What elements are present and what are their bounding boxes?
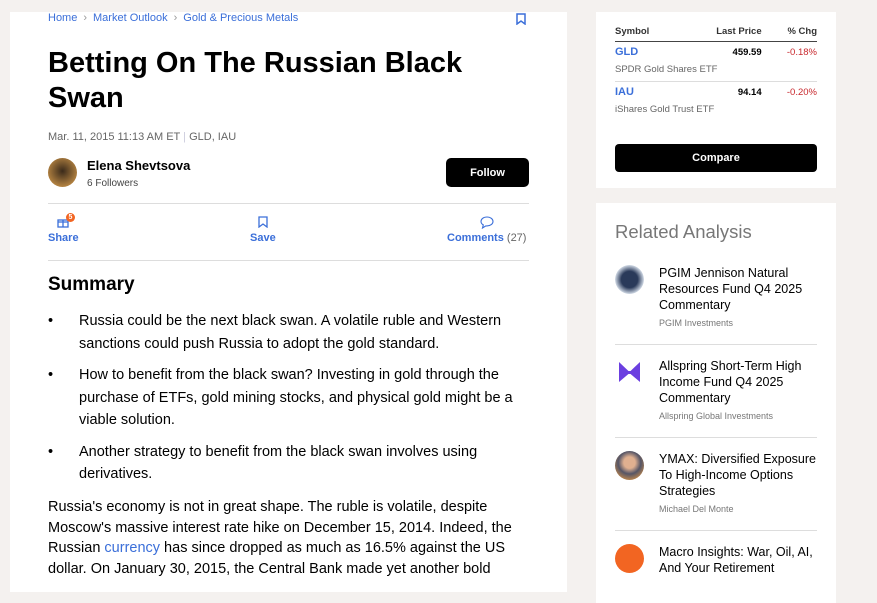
item-title[interactable]: Allspring Short-Term High Income Fund Q4… [659,358,819,406]
save-button[interactable]: Save [250,216,276,244]
avatar[interactable] [48,158,77,187]
author-name[interactable]: Elena Shevtsova [87,158,190,173]
divider [48,203,529,204]
breadcrumb: Home › Market Outlook › Gold & Precious Me… [48,12,298,24]
article-meta: Mar. 11, 2015 11:13 AM ET | GLD, IAU [48,131,237,143]
quotes-card: Symbol Last Price% Chg GLD 459.59 -0.18% SP… [596,12,836,188]
summary-heading: Summary [48,274,135,295]
item-source: Michael Del Monte [659,504,734,514]
header-chg: % Chg [761,26,817,42]
allspring-logo-icon [619,362,640,382]
chart-logo-icon [615,544,644,573]
quotes-table: Symbol Last Price% Chg GLD 459.59 -0.18% SP… [615,26,817,121]
chevron-right-icon: › [173,12,178,24]
share-label: Share [48,232,79,244]
item-title[interactable]: YMAX: Diversified Exposure To High-Incom… [659,451,819,499]
article-tickers[interactable]: GLD, IAU [189,131,236,143]
related-analysis-card: Related Analysis PGIM Jennison Natural R… [596,203,836,603]
header-price: Last Price [678,26,762,42]
comments-label: Comments [447,232,504,244]
divider [48,260,529,261]
share-badge: 5 [66,213,75,222]
comments-button[interactable]: Comments (27) [447,216,526,244]
comment-icon [447,216,526,232]
table-row: IAU 94.14 -0.20% [615,82,817,98]
fund-name: SPDR Gold Shares ETF [615,58,817,82]
summary-item: Russia could be the next black swan. A v… [48,310,518,355]
related-heading: Related Analysis [615,221,752,242]
bookmark-icon[interactable] [516,12,526,30]
pgim-logo-icon [615,265,644,294]
chevron-right-icon: › [83,12,88,24]
follow-button[interactable]: Follow [446,158,529,187]
fund-name: iShares Gold Trust ETF [615,104,715,115]
article-date: Mar. 11, 2015 11:13 AM ET [48,131,181,143]
breadcrumb-market-outlook[interactable]: Market Outlook [93,12,168,24]
summary-list: Russia could be the next black swan. A v… [48,310,518,495]
currency-link[interactable]: currency [104,540,160,556]
compare-button[interactable]: Compare [615,144,817,172]
comments-count: (27) [506,232,527,244]
article-panel: Home › Market Outlook › Gold & Precious Me… [10,12,567,592]
divider [615,344,817,345]
divider [615,437,817,438]
followers-count: 6 Followers [87,178,139,189]
summary-item: Another strategy to benefit from the bla… [48,441,518,486]
item-source: Allspring Global Investments [659,411,774,421]
price: 94.14 [737,86,762,98]
breadcrumb-home[interactable]: Home [48,12,77,24]
change: -0.18% [786,46,817,58]
author-avatar [615,451,644,480]
symbol-link[interactable]: IAU [615,82,678,98]
table-row: GLD 459.59 -0.18% [615,42,817,58]
summary-item: How to benefit from the black swan? Inve… [48,364,518,432]
breadcrumb-gold[interactable]: Gold & Precious Metals [183,12,298,24]
item-source: PGIM Investments [659,318,734,328]
symbol-link[interactable]: GLD [615,42,678,58]
item-title[interactable]: Macro Insights: War, Oil, AI, And Your R… [659,544,819,576]
article-paragraph: Russia's economy is not in great shape. … [48,497,518,579]
item-title[interactable]: PGIM Jennison Natural Resources Fund Q4 … [659,265,819,313]
save-label: Save [250,232,276,244]
price: 459.59 [732,46,762,58]
header-symbol: Symbol [615,26,679,42]
divider [615,530,817,531]
share-button[interactable]: 5 Share [48,213,79,244]
bookmark-icon [250,216,276,232]
page-title: Betting On The Russian Black Swan [48,47,463,114]
change: -0.20% [786,86,817,98]
